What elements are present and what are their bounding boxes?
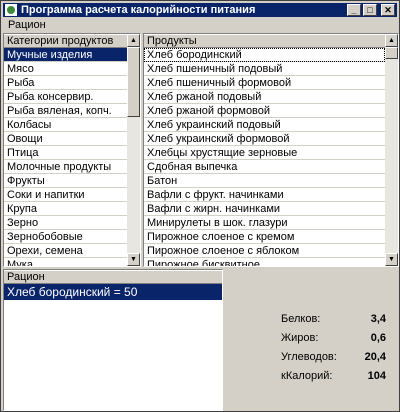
product-item[interactable]: Пирожное слоеное с яблоком: [144, 244, 385, 258]
protein-label: Белков:: [281, 313, 321, 325]
product-item[interactable]: Хлеб пшеничный подовый: [144, 62, 385, 76]
maximize-button[interactable]: □: [363, 4, 377, 16]
category-item[interactable]: Зерно: [4, 216, 127, 230]
app-icon: [5, 4, 17, 16]
category-item[interactable]: Крупа: [4, 202, 127, 216]
ration-item[interactable]: Хлеб бородинский = 50: [4, 284, 222, 300]
kcal-row: кКалорий: 104: [281, 370, 386, 384]
fat-row: Жиров: 0,6: [281, 332, 386, 346]
kcal-value: 104: [367, 370, 386, 382]
ration-header[interactable]: Рацион: [4, 270, 222, 284]
title-bar[interactable]: Программа расчета калорийности питания _…: [3, 3, 397, 17]
categories-scrollbar[interactable]: ▲ ▼: [127, 34, 140, 266]
category-item[interactable]: Рыба: [4, 76, 127, 90]
carbs-value: 20,4: [364, 351, 386, 363]
scroll-down-icon[interactable]: ▼: [385, 253, 398, 266]
category-item[interactable]: Мука: [4, 258, 127, 266]
product-item[interactable]: Хлеб украинский формовой: [144, 132, 385, 146]
category-item[interactable]: Овощи: [4, 132, 127, 146]
product-item[interactable]: Вафли с фрукт. начинками: [144, 188, 385, 202]
ration-rows: Хлеб бородинский = 50: [4, 284, 222, 410]
products-scrollbar[interactable]: ▲ ▼: [385, 34, 398, 266]
products-rows: Хлеб бородинский Хлеб пшеничный подовый Хл…: [144, 48, 385, 266]
categories-list[interactable]: Категории продуктов Мучные изделия Мясо Ры…: [3, 33, 141, 267]
product-item[interactable]: Хлеб украинский подовый: [144, 118, 385, 132]
scroll-thumb[interactable]: [385, 47, 398, 59]
ration-list[interactable]: Рацион Хлеб бородинский = 50: [3, 269, 223, 411]
product-item[interactable]: Хлеб ржаной формовой: [144, 104, 385, 118]
product-item[interactable]: Хлебцы хрустящие зерновые: [144, 146, 385, 160]
product-item[interactable]: Батон: [144, 174, 385, 188]
product-item[interactable]: Сдобная выпечка: [144, 160, 385, 174]
category-item[interactable]: Зернобобовые: [4, 230, 127, 244]
protein-value: 3,4: [370, 313, 386, 325]
carbs-label: Углеводов:: [281, 351, 337, 363]
products-header[interactable]: Продукты: [144, 34, 398, 48]
product-item[interactable]: Хлеб бородинский: [144, 48, 385, 62]
scroll-thumb[interactable]: [127, 47, 140, 117]
category-item[interactable]: Соки и напитки: [4, 188, 127, 202]
products-list[interactable]: Продукты Хлеб бородинский Хлеб пшеничный …: [143, 33, 399, 267]
product-item[interactable]: Минирулеты в шок. глазури: [144, 216, 385, 230]
fat-value: 0,6: [370, 332, 386, 344]
window-title: Программа расчета калорийности питания: [21, 4, 256, 16]
carbs-row: Углеводов: 20,4: [281, 351, 386, 365]
scroll-up-icon[interactable]: ▲: [127, 34, 140, 47]
product-item[interactable]: Хлеб ржаной подовый: [144, 90, 385, 104]
fat-label: Жиров:: [281, 332, 319, 344]
scroll-down-icon[interactable]: ▼: [127, 253, 140, 266]
category-item[interactable]: Орехи, семена: [4, 244, 127, 258]
category-item[interactable]: Фрукты: [4, 174, 127, 188]
product-item[interactable]: Пирожное бисквитное: [144, 258, 385, 266]
menu-bar: Рацион: [3, 18, 51, 32]
kcal-label: кКалорий:: [281, 370, 333, 382]
close-button[interactable]: ✕: [381, 4, 395, 16]
protein-row: Белков: 3,4: [281, 313, 386, 327]
product-item[interactable]: Хлеб пшеничный формовой: [144, 76, 385, 90]
categories-header[interactable]: Категории продуктов: [4, 34, 140, 48]
category-item[interactable]: Молочные продукты: [4, 160, 127, 174]
categories-rows: Мучные изделия Мясо Рыба Рыба консервир. Рыб…: [4, 48, 127, 266]
category-item[interactable]: Птица: [4, 146, 127, 160]
category-item[interactable]: Колбасы: [4, 118, 127, 132]
category-item[interactable]: Рыба консервир.: [4, 90, 127, 104]
product-item[interactable]: Пирожное слоеное с кремом: [144, 230, 385, 244]
category-item[interactable]: Мучные изделия: [4, 48, 127, 62]
product-item[interactable]: Вафли с жирн. начинками: [144, 202, 385, 216]
minimize-button[interactable]: _: [347, 4, 361, 16]
category-item[interactable]: Рыба вяленая, копч.: [4, 104, 127, 118]
menu-ration[interactable]: Рацион: [3, 19, 51, 31]
scroll-up-icon[interactable]: ▲: [385, 34, 398, 47]
app-window: Программа расчета калорийности питания _…: [0, 0, 400, 412]
category-item[interactable]: Мясо: [4, 62, 127, 76]
